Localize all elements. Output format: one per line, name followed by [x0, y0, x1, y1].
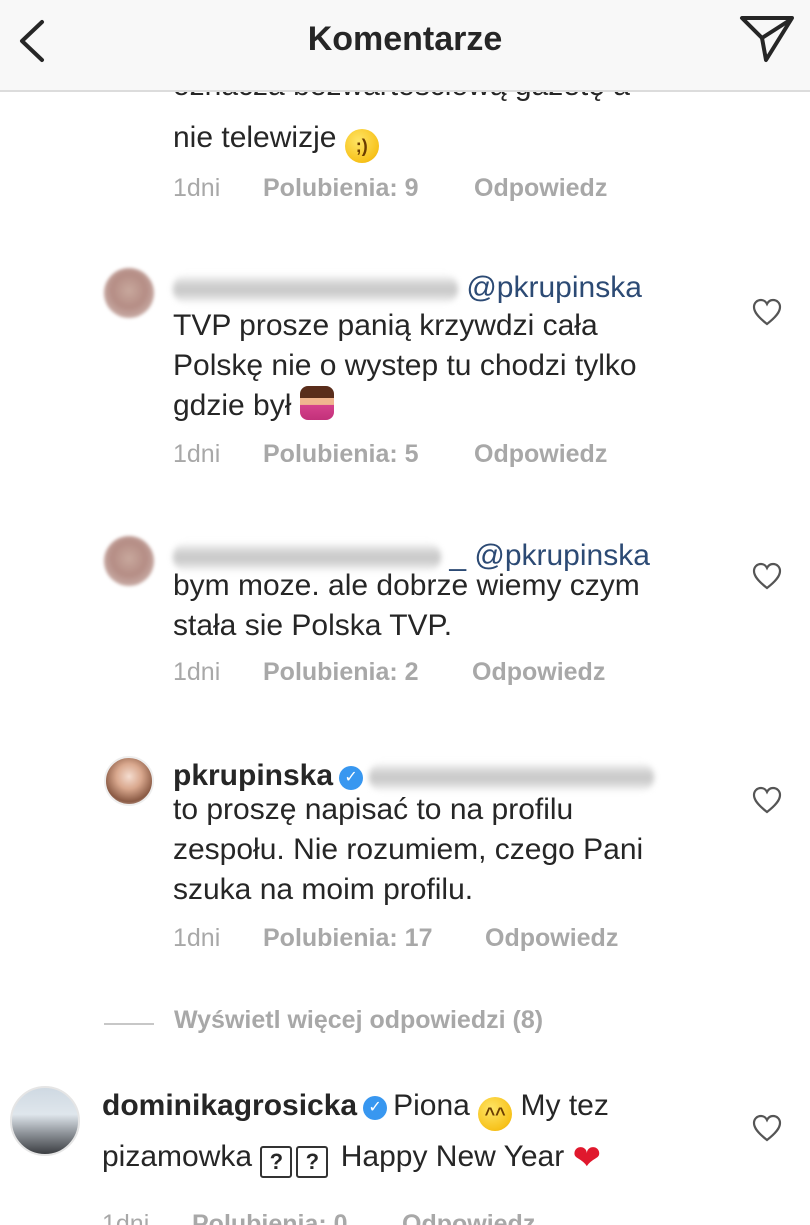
- reply-button[interactable]: Odpowiedz: [485, 924, 618, 953]
- reply-age: 1dni: [173, 658, 221, 686]
- reply-item: @pkrupinska TVP prosze panią krzywdzi ca…: [0, 268, 810, 468]
- reply-item: _ @pkrupinska bym moze. ale dobrze wiemy…: [0, 536, 810, 706]
- comment-age: 1dni: [102, 1210, 150, 1225]
- view-more-replies-label[interactable]: Wyświetl więcej odpowiedzi (8): [174, 1006, 543, 1035]
- username[interactable]: pkrupinska: [173, 759, 333, 792]
- like-heart-icon[interactable]: [752, 786, 782, 814]
- reply-header: @pkrupinska: [173, 268, 642, 308]
- comment-text-line: nie telewizje ;): [173, 118, 713, 163]
- username[interactable]: dominikagrosicka: [102, 1089, 357, 1122]
- comments-list[interactable]: oznacza bezwartosciową gazetę a nie tele…: [0, 92, 810, 1225]
- reply-text: bym moze. ale dobrze wiemy czym stała si…: [173, 569, 640, 642]
- likes-count[interactable]: Polubienia: 17: [263, 924, 432, 953]
- comment-meta: 1dni Polubienia: 9 Odpowiedz: [173, 174, 673, 204]
- verified-badge-icon: ✓: [339, 766, 364, 790]
- comment-meta: 1dni Polubienia: 0 Odpowiedz: [102, 1210, 622, 1225]
- likes-count[interactable]: Polubienia: 2: [263, 658, 419, 687]
- comment-age: 1dni: [173, 174, 221, 202]
- reply-meta: 1dni Polubienia: 5 Odpowiedz: [173, 440, 673, 470]
- likes-count[interactable]: Polubienia: 9: [263, 174, 419, 203]
- paper-plane-icon[interactable]: [738, 12, 796, 64]
- page-title: Komentarze: [307, 20, 503, 58]
- likes-count[interactable]: Polubienia: 5: [263, 440, 419, 469]
- comment-text-line-cut: oznacza bezwartosciową gazetę a: [173, 92, 713, 106]
- like-heart-icon[interactable]: [752, 298, 782, 326]
- reply-text: TVP prosze panią krzywdzi cała Polskę ni…: [173, 309, 637, 422]
- unknown-glyph: ?: [260, 1146, 293, 1178]
- redacted-username: [173, 274, 458, 305]
- avatar[interactable]: [104, 268, 154, 318]
- reply-age: 1dni: [173, 924, 221, 952]
- reply-age: 1dni: [173, 440, 221, 468]
- red-heart-emoji: ❤: [572, 1139, 602, 1177]
- reply-button[interactable]: Odpowiedz: [474, 440, 607, 469]
- avatar[interactable]: [10, 1086, 80, 1156]
- hugging-face-emoji: ^^: [478, 1097, 513, 1131]
- comment-item: dominikagrosicka ✓ Piona ^^ My tez pizamow…: [0, 1086, 810, 1225]
- likes-count[interactable]: Polubienia: 0: [192, 1210, 348, 1225]
- reply-text: to proszę napisać to na profilu zespołu.…: [173, 793, 644, 906]
- comment-text-partial: oznacza bezwartosciową gazetę a nie tele…: [173, 92, 713, 163]
- reply-button[interactable]: Odpowiedz: [472, 658, 605, 687]
- person-shrugging-emoji: [299, 386, 334, 420]
- avatar[interactable]: [104, 536, 154, 586]
- reply-item: pkrupinska ✓ to proszę napisać to na prof…: [0, 756, 810, 966]
- winking-face-emoji: ;): [344, 129, 379, 163]
- verified-badge-icon: ✓: [363, 1096, 388, 1120]
- mention-link[interactable]: @pkrupinska: [466, 271, 642, 304]
- reply-meta: 1dni Polubienia: 2 Odpowiedz: [173, 658, 673, 688]
- like-heart-icon[interactable]: [752, 1114, 782, 1142]
- reply-button[interactable]: Odpowiedz: [402, 1210, 535, 1225]
- like-heart-icon[interactable]: [752, 562, 782, 590]
- avatar[interactable]: [104, 756, 154, 806]
- top-bar: Komentarze: [0, 0, 810, 92]
- unknown-glyph: ?: [296, 1146, 329, 1178]
- redacted-mention: [369, 762, 655, 793]
- reply-meta: 1dni Polubienia: 17 Odpowiedz: [173, 924, 693, 954]
- reply-button[interactable]: Odpowiedz: [474, 174, 607, 203]
- comment-text: dominikagrosicka ✓ Piona ^^ My tez pizamow…: [102, 1089, 609, 1178]
- divider: [104, 1023, 154, 1025]
